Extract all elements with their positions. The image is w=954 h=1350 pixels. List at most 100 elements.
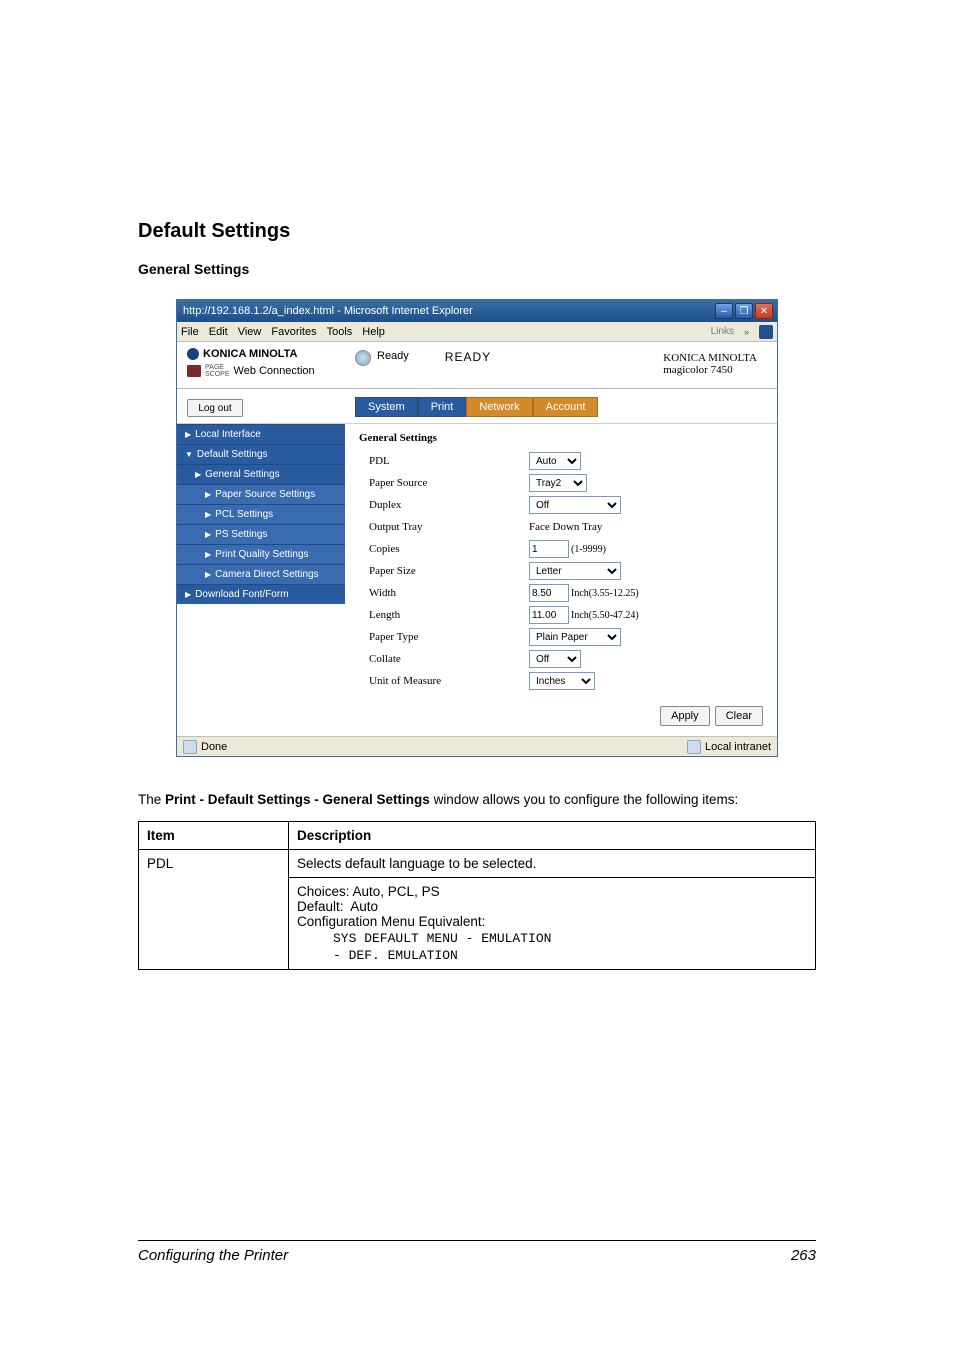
status-page-icon: [183, 740, 197, 754]
length-input[interactable]: [529, 606, 569, 624]
window-titlebar: http://192.168.1.2/a_index.html - Micros…: [177, 300, 777, 322]
screenshot-figure: http://192.168.1.2/a_index.html - Micros…: [138, 299, 816, 757]
field-hint: Inch(3.55-12.25): [571, 588, 639, 599]
tab-account[interactable]: Account: [533, 397, 599, 417]
menu-bar: File Edit View Favorites Tools Help Link…: [177, 322, 777, 342]
chevron-icon: ▶: [205, 550, 211, 559]
chevron-icon: ▶: [185, 430, 191, 439]
sidebar-item-camera-direct-settings[interactable]: ▶Camera Direct Settings: [177, 564, 345, 584]
tab-print[interactable]: Print: [418, 397, 467, 417]
minimize-button[interactable]: –: [715, 303, 733, 319]
page-footer: Configuring the Printer 263: [138, 1240, 816, 1264]
sidebar-item-pcl-settings[interactable]: ▶ PCL Settings: [177, 504, 345, 524]
menu-file[interactable]: File: [181, 326, 199, 338]
form-row-paper-size: Paper SizeLetter: [359, 560, 763, 582]
tab-system[interactable]: System: [355, 397, 418, 417]
menu-edit[interactable]: Edit: [209, 326, 228, 338]
paper-size-select[interactable]: Letter: [529, 562, 621, 580]
sidebar-item-print-quality-settings[interactable]: ▶ Print Quality Settings: [177, 544, 345, 564]
form-row-output-tray: Output TrayFace Down Tray: [359, 516, 763, 538]
menu-tools[interactable]: Tools: [327, 326, 353, 338]
sidebar-item-label: Print Quality Settings: [215, 549, 308, 560]
page-content: KONICA MINOLTA PAGE SCOPE Web Connection…: [177, 342, 777, 736]
unit-of-measure-select[interactable]: Inches: [529, 672, 595, 690]
menu-view[interactable]: View: [238, 326, 262, 338]
printer-status-icon: [355, 350, 371, 366]
footer-page-number: 263: [791, 1247, 816, 1264]
output-tray-value: Face Down Tray: [529, 521, 602, 533]
form-button-row: Apply Clear: [177, 700, 777, 736]
sidebar-item-default-settings[interactable]: ▼ Default Settings: [177, 444, 345, 464]
clear-button[interactable]: Clear: [715, 706, 763, 726]
form-row-collate: CollateOff: [359, 648, 763, 670]
field-label: Width: [359, 587, 529, 599]
window-title: http://192.168.1.2/a_index.html - Micros…: [183, 305, 473, 317]
paper-type-select[interactable]: Plain Paper: [529, 628, 621, 646]
width-input[interactable]: [529, 584, 569, 602]
row-desc-block: Choices: Auto, PCL, PS Default: Auto Con…: [289, 878, 816, 970]
form-row-pdl: PDLAuto: [359, 450, 763, 472]
sidebar-item-label: Default Settings: [197, 449, 268, 460]
form-row-length: LengthInch(5.50-47.24): [359, 604, 763, 626]
header-model: magicolor 7450: [663, 364, 757, 376]
form-row-copies: Copies (1-9999): [359, 538, 763, 560]
duplex-select[interactable]: Off: [529, 496, 621, 514]
sidebar-item-general-settings[interactable]: ▶ General Settings: [177, 464, 345, 484]
window-controls: – ❐ ✕: [715, 303, 773, 319]
field-label: Unit of Measure: [359, 675, 529, 687]
chevron-icon: ▶: [205, 570, 211, 579]
sidebar-item-local-interface[interactable]: ▶Local Interface: [177, 424, 345, 444]
paper-source-select[interactable]: Tray2: [529, 474, 587, 492]
chevron-icon: ▼: [185, 450, 193, 459]
security-zone-label: Local intranet: [705, 741, 771, 753]
links-chevron-icon[interactable]: »: [744, 327, 749, 337]
sidebar-item-label: PCL Settings: [215, 509, 273, 520]
sidebar-nav: ▶Local Interface ▼ Default Settings ▶ Genera…: [177, 424, 345, 700]
ready-large-label: READY: [445, 350, 491, 364]
sidebar-item-label: General Settings: [205, 469, 280, 480]
chevron-icon: ▶: [205, 530, 211, 539]
footer-title: Configuring the Printer: [138, 1247, 288, 1264]
form-row-duplex: DuplexOff: [359, 494, 763, 516]
field-label: Output Tray: [359, 521, 529, 533]
field-label: Duplex: [359, 499, 529, 511]
field-hint: (1-9999): [571, 544, 606, 555]
sidebar-item-ps-settings[interactable]: ▶PS Settings: [177, 524, 345, 544]
field-label: Copies: [359, 543, 529, 555]
logout-button[interactable]: Log out: [187, 399, 243, 417]
pagescope-icon: [187, 365, 201, 377]
status-done-label: Done: [201, 741, 227, 753]
settings-form: General Settings PDLAutoPaper SourceTray…: [345, 424, 777, 700]
brand-logo-icon: [187, 348, 199, 360]
sidebar-item-label: Paper Source Settings: [215, 489, 315, 500]
description-table: Item Description PDL Selects default lan…: [138, 821, 816, 970]
maximize-button[interactable]: ❐: [735, 303, 753, 319]
form-row-width: Width Inch(3.55-12.25): [359, 582, 763, 604]
apply-button[interactable]: Apply: [660, 706, 710, 726]
intro-paragraph: The Print - Default Settings - General S…: [138, 791, 816, 809]
menu-favorites[interactable]: Favorites: [271, 326, 316, 338]
field-label: Paper Type: [359, 631, 529, 643]
chevron-icon: ▶: [195, 470, 201, 479]
close-button[interactable]: ✕: [755, 303, 773, 319]
sidebar-item-download-font-form[interactable]: ▶ Download Font/Form: [177, 584, 345, 604]
header-brand: KONICA MINOLTA: [663, 352, 757, 364]
brand-line-1: KONICA MINOLTA: [187, 348, 355, 360]
links-label: Links: [711, 326, 734, 337]
collate-select[interactable]: Off: [529, 650, 581, 668]
pdl-select[interactable]: Auto: [529, 452, 581, 470]
form-row-paper-source: Paper SourceTray2: [359, 472, 763, 494]
chevron-icon: ▶: [205, 510, 211, 519]
ready-small-label: Ready: [377, 350, 409, 362]
chevron-icon: ▶: [185, 590, 191, 599]
form-row-unit-of-measure: Unit of MeasureInches: [359, 670, 763, 692]
sidebar-item-label: Download Font/Form: [195, 589, 288, 600]
menu-help[interactable]: Help: [362, 326, 385, 338]
subsection-title: General Settings: [138, 261, 816, 277]
row-item-cell: PDL: [139, 850, 289, 970]
field-label: Length: [359, 609, 529, 621]
copies-input[interactable]: [529, 540, 569, 558]
sidebar-item-paper-source-settings[interactable]: ▶Paper Source Settings: [177, 484, 345, 504]
tab-bar: System Print Network Account: [355, 397, 598, 417]
tab-network[interactable]: Network: [466, 397, 532, 417]
